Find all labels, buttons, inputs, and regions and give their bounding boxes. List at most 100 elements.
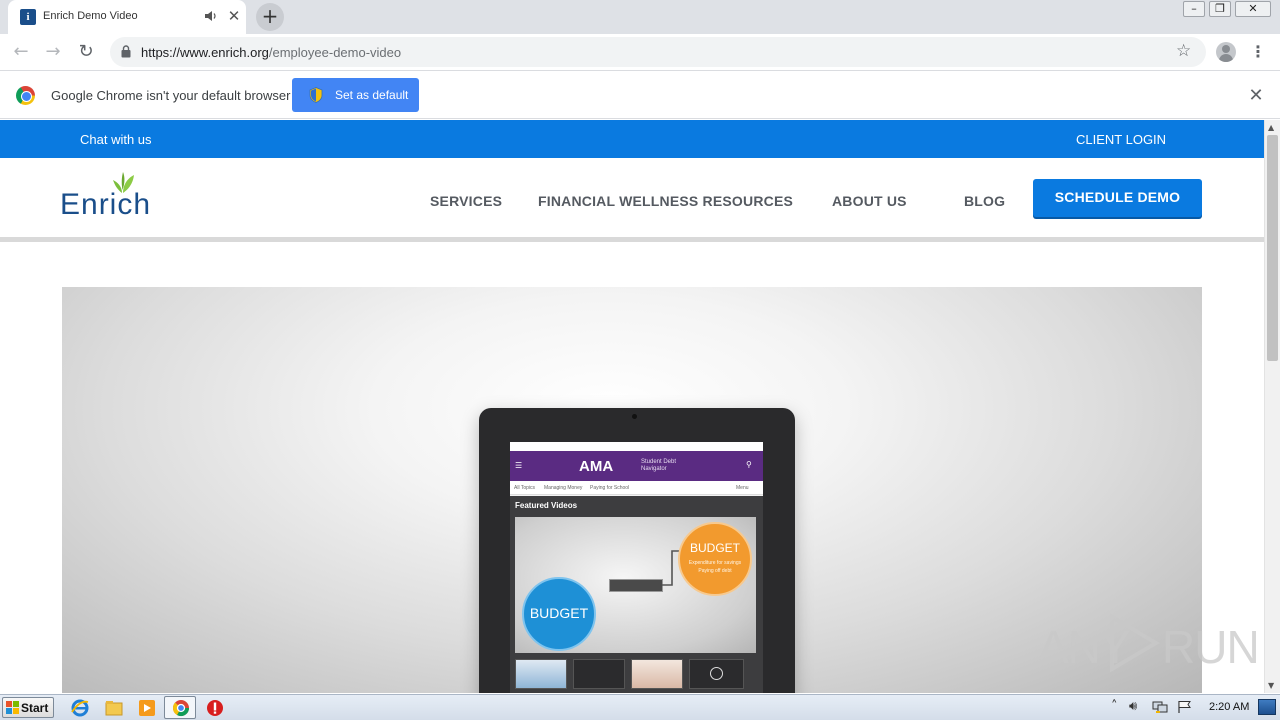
show-desktop-button[interactable] <box>1258 699 1276 715</box>
demo-video-player[interactable]: ☰ AMA Student Debt Navigator ⚲ All Topics… <box>62 287 1202 693</box>
ama-app-header: ☰ AMA Student Debt Navigator ⚲ <box>510 451 763 481</box>
reload-icon[interactable]: ↻ <box>75 41 97 63</box>
video-thumbnail <box>631 659 683 689</box>
budget-bubble-orange: BUDGET Expenditure for savings Paying off… <box>678 522 752 596</box>
internet-explorer-icon[interactable] <box>70 698 90 718</box>
site-header: Enrich SERVICES FINANCIAL WELLNESS RESOU… <box>0 158 1264 238</box>
tablet-status-bar <box>510 442 763 451</box>
web-page: Chat with us CLIENT LOGIN Enrich SERVICE… <box>0 120 1264 693</box>
browser-toolbar: ← → ↻ https://www.enrich.org/employee-de… <box>0 34 1280 71</box>
anyrun-watermark: ANY RUN <box>1038 610 1260 673</box>
chrome-logo-icon <box>16 86 35 105</box>
network-icon[interactable] <box>1152 700 1168 714</box>
client-login-link[interactable]: CLIENT LOGIN <box>1076 132 1166 147</box>
tab-strip: i Enrich Demo Video ✕ + – ❐ ✕ <box>0 0 1280 34</box>
video-thumbnail <box>515 659 567 689</box>
enrich-logo[interactable]: Enrich <box>60 172 172 221</box>
chrome-menu-icon[interactable]: ⋮ <box>1250 42 1266 62</box>
tablet-device: ☰ AMA Student Debt Navigator ⚲ All Topics… <box>479 408 795 693</box>
ama-subtitle-line-1: Student Debt <box>641 459 677 465</box>
featured-videos-section: Featured Videos BUDGET BUDGET Expenditur… <box>510 496 763 693</box>
ama-subtitle: Student Debt Navigator <box>641 459 676 473</box>
app-search-icon: ⚲ <box>746 460 752 469</box>
hamburger-icon: ☰ <box>515 461 523 470</box>
page-scrollbar[interactable]: ▲ ▼ <box>1264 120 1280 693</box>
scroll-up-arrow-icon[interactable]: ▲ <box>1268 123 1274 132</box>
restore-button[interactable]: ❐ <box>1209 1 1231 17</box>
app-tab: All Topics <box>514 485 536 491</box>
taskbar-clock[interactable]: 2:20 AM <box>1209 701 1249 713</box>
video-thumbnails <box>515 659 758 689</box>
schedule-demo-button[interactable]: SCHEDULE DEMO <box>1033 179 1202 217</box>
nav-financial-wellness-resources[interactable]: FINANCIAL WELLNESS RESOURCES <box>538 193 793 209</box>
enrich-favicon-icon: i <box>20 9 36 25</box>
nav-services[interactable]: SERVICES <box>430 193 502 209</box>
profile-avatar-icon[interactable] <box>1216 42 1236 62</box>
windows-taskbar: Start ˄ 🔊︎ 2:20 AM <box>0 694 1280 720</box>
chat-with-us-link[interactable]: Chat with us <box>80 132 152 147</box>
infobar-close-icon[interactable]: ✕ <box>1246 86 1266 106</box>
address-bar[interactable]: https://www.enrich.org/employee-demo-vid… <box>110 37 1206 67</box>
speaker-icon[interactable] <box>204 9 218 23</box>
budget-sublabel-line-1: Expenditure for savings <box>688 560 742 566</box>
uac-shield-icon <box>309 87 323 103</box>
minimize-button[interactable]: – <box>1183 1 1205 17</box>
budget-label: BUDGET <box>529 605 589 621</box>
ama-brand: AMA <box>579 458 614 475</box>
stop-icon[interactable] <box>205 698 225 718</box>
app-tab: Managing Money <box>544 485 583 491</box>
budget-bubble-blue: BUDGET <box>522 577 596 651</box>
close-icon: ✕ <box>1248 2 1258 15</box>
file-explorer-icon[interactable] <box>104 698 124 718</box>
app-tab: Paying for School <box>590 485 630 491</box>
infobar-message: Google Chrome isn't your default browser <box>51 88 291 103</box>
site-top-bar: Chat with us CLIENT LOGIN <box>0 120 1264 158</box>
minimize-icon: – <box>1191 2 1197 15</box>
nav-blog[interactable]: BLOG <box>964 193 1005 209</box>
set-as-default-button[interactable]: Set as default <box>292 78 419 112</box>
back-arrow-icon[interactable]: ← <box>10 41 32 63</box>
default-browser-infobar: Google Chrome isn't your default browser… <box>0 72 1280 119</box>
new-tab-button[interactable]: + <box>256 3 284 31</box>
start-button[interactable]: Start <box>2 697 54 718</box>
browser-tab[interactable]: i Enrich Demo Video ✕ <box>8 0 246 34</box>
video-thumbnail <box>689 659 744 689</box>
budget-sublabel-line-2: Paying off debt <box>698 568 732 574</box>
scroll-down-arrow-icon[interactable]: ▼ <box>1268 681 1274 690</box>
media-player-icon[interactable] <box>137 698 157 718</box>
url-host: https://www.enrich.org <box>141 45 269 60</box>
header-divider <box>0 237 1264 242</box>
inner-video-frame: BUDGET BUDGET Expenditure for savings Pay… <box>515 517 756 653</box>
video-thumbnail <box>573 659 625 689</box>
logo-wordmark: Enrich <box>60 188 152 221</box>
windows-flag-icon <box>6 701 19 714</box>
show-hidden-icons-icon[interactable]: ˄ <box>1111 700 1118 714</box>
chrome-icon <box>172 700 190 717</box>
watermark-right: RUN <box>1162 621 1260 673</box>
tablet-camera <box>632 414 637 419</box>
tablet-screen: ☰ AMA Student Debt Navigator ⚲ All Topics… <box>510 442 763 693</box>
app-tab: Menu <box>736 485 749 491</box>
url-text[interactable]: https://www.enrich.org/employee-demo-vid… <box>141 45 401 60</box>
app-menu-tabs: All Topics Managing Money Paying for Sch… <box>510 481 763 495</box>
ama-subtitle-line-2: Navigator <box>641 466 667 472</box>
restore-icon: ❐ <box>1215 2 1225 15</box>
taskbar-chrome-button[interactable] <box>164 696 196 719</box>
url-path: /employee-demo-video <box>268 45 402 60</box>
nav-about-us[interactable]: ABOUT US <box>832 193 907 209</box>
play-triangle-icon <box>1110 613 1160 673</box>
action-center-flag-icon[interactable] <box>1177 700 1193 714</box>
scrollbar-thumb[interactable] <box>1267 135 1278 361</box>
featured-videos-title: Featured Videos <box>515 501 578 510</box>
lock-icon[interactable] <box>121 45 131 58</box>
budget-sublabel: Expenditure for savings Paying off debt <box>680 559 750 575</box>
bookmark-star-icon[interactable]: ☆ <box>1176 41 1191 61</box>
flow-label-box <box>609 579 663 592</box>
window-close-button[interactable]: ✕ <box>1235 1 1271 17</box>
volume-icon[interactable]: 🔊︎ <box>1129 700 1137 714</box>
tab-close-icon[interactable]: ✕ <box>226 8 242 24</box>
tab-title: Enrich Demo Video <box>43 10 138 22</box>
play-icon <box>710 667 723 680</box>
budget-label: BUDGET <box>689 541 740 555</box>
forward-arrow-icon[interactable]: → <box>42 41 64 63</box>
